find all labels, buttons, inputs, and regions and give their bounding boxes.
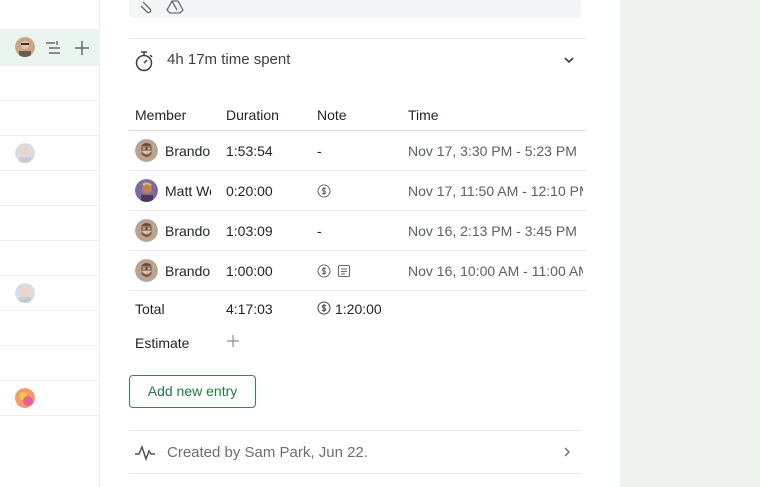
chevron-right-icon[interactable]	[561, 445, 573, 459]
table-row[interactable]: Brandon 1:00:00 Nov 16, 10:00 AM - 11:00…	[129, 251, 586, 291]
activity-row[interactable]: Created by Sam Park, Jun 22.	[129, 430, 581, 474]
member-name: Brandon	[165, 263, 211, 279]
entry-duration: 0:20:00	[226, 183, 273, 199]
avatar	[135, 259, 158, 282]
avatar	[135, 179, 158, 202]
task-list-row[interactable]	[0, 206, 100, 241]
time-spent-header[interactable]: 4h 17m time spent	[129, 38, 586, 82]
created-by-text: Created by Sam Park, Jun 22.	[167, 444, 368, 461]
estimate-label: Estimate	[135, 335, 190, 351]
avatar	[15, 388, 35, 408]
member-name: Brandon	[165, 143, 211, 159]
google-drive-icon[interactable]	[166, 0, 184, 14]
billable-dollar-icon	[317, 264, 331, 278]
column-header-time: Time	[408, 107, 439, 123]
member-name: Matt Wood	[165, 183, 211, 199]
task-list-row[interactable]	[0, 171, 100, 206]
task-detail-panel: 4h 17m time spent Member Duration Note T…	[101, 0, 620, 487]
task-list-strip	[0, 0, 100, 487]
task-list-row[interactable]	[0, 66, 100, 101]
entry-duration: 1:03:09	[226, 223, 273, 239]
entry-time-range: Nov 16, 10:00 AM - 11:00 AM	[408, 263, 583, 279]
task-list-row[interactable]	[0, 311, 100, 346]
avatar	[135, 139, 158, 162]
task-list-row[interactable]	[0, 346, 100, 381]
chevron-down-icon[interactable]	[562, 53, 576, 67]
total-billable: 1:20:00	[335, 301, 382, 317]
column-header-duration: Duration	[226, 107, 279, 123]
add-new-entry-button[interactable]: Add new entry	[129, 375, 256, 408]
entry-note: -	[317, 143, 322, 159]
entry-time-range: Nov 16, 2:13 PM - 3:45 PM	[408, 223, 577, 239]
billable-dollar-icon	[317, 184, 331, 198]
estimate-row: Estimate	[129, 330, 586, 356]
backdrop	[620, 0, 760, 487]
entry-time-range: Nov 17, 11:50 AM - 12:10 PM	[408, 183, 583, 199]
task-list-row[interactable]	[0, 276, 100, 311]
add-icon[interactable]	[72, 38, 92, 58]
avatar	[15, 143, 35, 163]
avatar	[15, 37, 35, 57]
task-list-row-selected[interactable]	[0, 29, 100, 66]
table-row[interactable]: Brandon 1:03:09 - Nov 16, 2:13 PM - 3:45…	[129, 211, 586, 251]
stopwatch-icon	[135, 51, 153, 72]
entry-time-range: Nov 17, 3:30 PM - 5:23 PM	[408, 143, 577, 159]
table-row[interactable]: Matt Wood 0:20:00 Nov 17, 11:50 AM - 12:…	[129, 171, 586, 211]
column-header-note: Note	[317, 107, 347, 123]
attachment-bar	[129, 0, 581, 18]
member-name: Brandon	[165, 223, 211, 239]
add-estimate-icon[interactable]	[225, 333, 241, 349]
task-list-row[interactable]	[0, 381, 100, 416]
avatar	[15, 283, 35, 303]
total-label: Total	[135, 301, 165, 317]
total-row: Total 4:17:03 1:20:00	[129, 296, 586, 322]
paperclip-icon[interactable]	[139, 0, 157, 14]
task-list-row[interactable]	[0, 101, 100, 136]
time-spent-summary: 4h 17m time spent	[167, 51, 291, 68]
column-header-member: Member	[135, 107, 187, 123]
total-duration: 4:17:03	[226, 301, 273, 317]
avatar	[135, 219, 158, 242]
entry-duration: 1:00:00	[226, 263, 273, 279]
entry-note: -	[317, 223, 322, 239]
task-list-row[interactable]	[0, 241, 100, 276]
subtasks-icon[interactable]	[43, 38, 63, 58]
note-document-icon[interactable]	[337, 264, 351, 278]
billable-dollar-icon	[317, 301, 331, 315]
entry-duration: 1:53:54	[226, 143, 273, 159]
task-list-row[interactable]	[0, 136, 100, 171]
activity-pulse-icon	[135, 445, 155, 461]
table-row[interactable]: Brandon 1:53:54 - Nov 17, 3:30 PM - 5:23…	[129, 131, 586, 171]
